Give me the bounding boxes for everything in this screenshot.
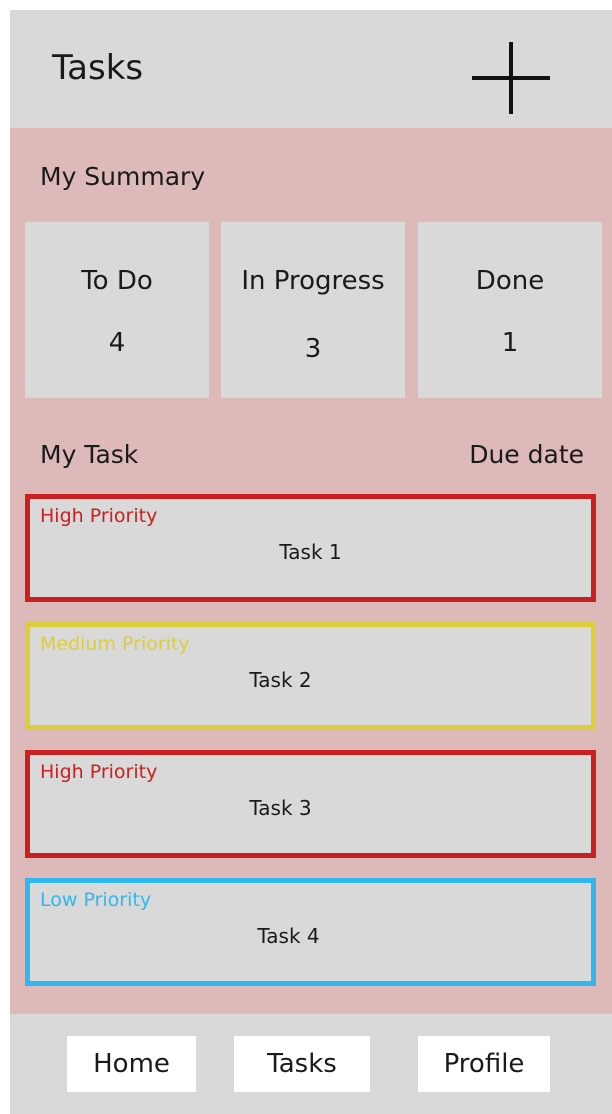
priority-label: Medium Priority <box>40 633 190 655</box>
priority-label: High Priority <box>40 761 158 783</box>
card-count: 3 <box>304 334 322 364</box>
task-name: Task 3 <box>249 796 312 820</box>
nav-tasks-button[interactable]: Tasks <box>234 1036 370 1092</box>
card-count: 1 <box>501 328 519 358</box>
my-task-title: My Task <box>40 440 139 469</box>
task-card[interactable]: Medium Priority Task 2 <box>25 622 596 730</box>
add-task-button[interactable] <box>472 42 550 114</box>
nav-profile-button[interactable]: Profile <box>418 1036 550 1092</box>
task-name: Task 4 <box>257 924 320 948</box>
priority-label: Low Priority <box>40 889 152 911</box>
summary-card-done[interactable]: Done 1 <box>418 222 602 398</box>
plus-icon <box>472 42 550 114</box>
task-name: Task 2 <box>249 668 312 692</box>
summary-title: My Summary <box>40 162 206 191</box>
card-label: In Progress <box>241 266 385 296</box>
card-label: To Do <box>81 266 153 296</box>
header: Tasks <box>10 10 612 128</box>
card-label: Done <box>475 266 545 296</box>
card-count: 4 <box>108 328 126 358</box>
app: Tasks My Summary To Do 4 In Progress 3 D… <box>10 10 612 1114</box>
summary-card-todo[interactable]: To Do 4 <box>25 222 209 398</box>
bottom-nav: Home Tasks Profile <box>10 1014 612 1114</box>
nav-home-button[interactable]: Home <box>67 1036 196 1092</box>
task-card[interactable]: Low Priority Task 4 <box>25 878 596 986</box>
task-card[interactable]: High Priority Task 3 <box>25 750 596 858</box>
summary-card-in-progress[interactable]: In Progress 3 <box>221 222 405 398</box>
priority-label: High Priority <box>40 505 158 527</box>
main-content: My Summary To Do 4 In Progress 3 Done 1 … <box>10 128 612 1014</box>
page-title: Tasks <box>52 48 144 88</box>
due-date-label[interactable]: Due date <box>469 440 584 469</box>
task-card[interactable]: High Priority Task 1 <box>25 494 596 602</box>
task-name: Task 1 <box>279 540 342 564</box>
